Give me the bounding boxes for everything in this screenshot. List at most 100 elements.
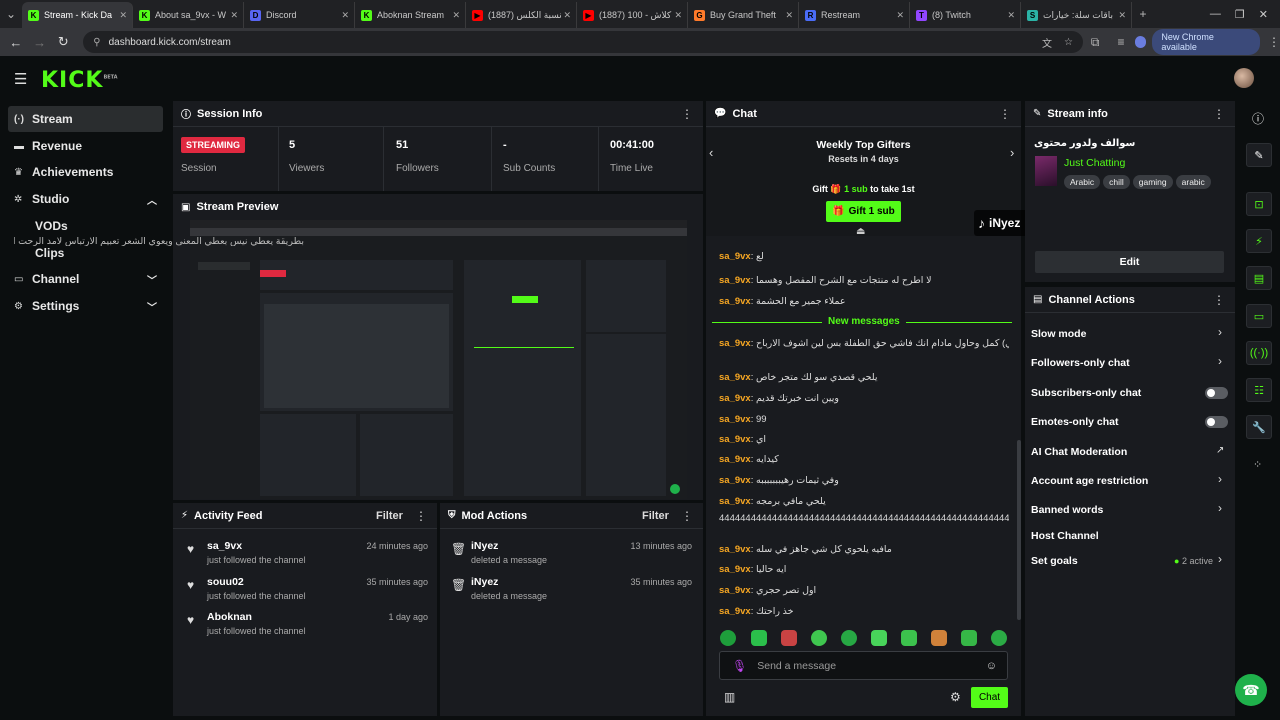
chat-scrollbar[interactable] (1017, 440, 1021, 620)
emote-icon[interactable] (961, 630, 977, 646)
stream-preview-video[interactable] (190, 220, 687, 499)
store-icon[interactable]: ▥ (724, 690, 735, 704)
emote-icon[interactable] (931, 630, 947, 646)
browser-tab[interactable]: K About sa_9vx - W ✕ (133, 2, 244, 28)
chat-username[interactable]: sa_9vx (719, 434, 751, 445)
new-tab-button[interactable]: + (1132, 7, 1154, 21)
emote-icon[interactable] (991, 630, 1007, 646)
chat-username[interactable]: sa_9vx (719, 393, 751, 404)
close-tab-icon[interactable]: ✕ (119, 10, 127, 21)
chat-message[interactable]: sa_9vx: طيب انت عمرك 19 (زبي) كمل وحاول … (719, 338, 1009, 349)
chat-username[interactable]: sa_9vx (719, 338, 751, 349)
more-options-icon[interactable]: ⋮ (681, 107, 693, 121)
chat-message[interactable]: sa_9vx: اي (719, 434, 1009, 445)
chat-username[interactable]: sa_9vx (719, 372, 751, 383)
edit-rail-icon[interactable]: ✎ (1246, 143, 1272, 167)
send-chat-button[interactable]: Chat (971, 687, 1008, 708)
chat-message[interactable]: sa_9vx: لا اطرح له منتجات مع الشرح المفص… (719, 275, 1009, 286)
tag[interactable]: chill (1103, 175, 1130, 189)
close-tab-icon[interactable]: ✕ (341, 10, 349, 21)
help-support-icon[interactable]: ☎ (1235, 674, 1267, 706)
back-icon[interactable]: ← (4, 35, 28, 50)
chevron-right-icon[interactable]: › (1218, 501, 1222, 515)
chat-message[interactable]: sa_9vx: ايه حاليا (719, 564, 1009, 575)
emote-icon[interactable] (841, 630, 857, 646)
chat-username[interactable]: sa_9vx (719, 606, 751, 617)
maximize-icon[interactable]: ❐ (1235, 8, 1245, 21)
forward-icon[interactable]: → (28, 35, 52, 50)
tag[interactable]: gaming (1132, 175, 1173, 189)
new-chrome-button[interactable]: New Chrome available (1152, 29, 1260, 55)
emoji-icon[interactable]: ☺ (986, 660, 997, 672)
chat-message[interactable]: sa_9vx: 99 (719, 414, 1009, 425)
chat-username[interactable]: sa_9vx (719, 454, 751, 465)
external-link-icon[interactable]: ↗ (1216, 445, 1224, 456)
close-tab-icon[interactable]: ✕ (1007, 10, 1015, 21)
sidebar-item-channel[interactable]: ▭ Channel ﹀ (8, 266, 163, 292)
browser-tab[interactable]: ▶ (1887) كلاش - 100 ✕ (577, 2, 688, 28)
browser-tab[interactable]: S باقات سلة: خيارات ✕ (1021, 2, 1132, 28)
chat-message[interactable]: sa_9vx: اول تصر حجري (719, 585, 1009, 596)
chat-username[interactable]: sa_9vx (719, 496, 751, 507)
chat-username[interactable]: sa_9vx (719, 296, 751, 307)
chat-username[interactable]: sa_9vx (719, 475, 751, 486)
minimize-icon[interactable]: — (1210, 8, 1221, 21)
capture-rail-icon[interactable]: ⊡ (1246, 192, 1272, 216)
chat-message[interactable]: sa_9vx: وفي ثيمات رهيبببببببه (719, 475, 1009, 486)
kick-logo[interactable]: KICKBETA (41, 68, 118, 93)
sidebar-item-studio[interactable]: ✲ Studio ︿ (8, 186, 163, 212)
account-age-action[interactable]: Account age restriction (1031, 475, 1148, 487)
slow-mode-action[interactable]: Slow mode (1031, 328, 1086, 340)
chat-message[interactable]: sa_9vx: خذ راحتك (719, 606, 1009, 617)
sidebar-subitem-clips[interactable]: Clips (35, 246, 64, 260)
close-tab-icon[interactable]: ✕ (230, 10, 238, 21)
host-channel-action[interactable]: Host Channel (1031, 530, 1099, 542)
browser-tab[interactable]: R Restream ✕ (799, 2, 910, 28)
ai-moderation-action[interactable]: AI Chat Moderation (1031, 446, 1127, 458)
emote-icon[interactable] (811, 630, 827, 646)
layout-rail-icon[interactable]: ☷ (1246, 378, 1272, 402)
username[interactable]: souu02 (207, 576, 244, 588)
username[interactable]: iNyez (471, 540, 498, 552)
emote-icon[interactable] (781, 630, 797, 646)
sidebar-subitem-vods[interactable]: VODs (35, 219, 68, 233)
username[interactable]: iNyez (471, 576, 498, 588)
sidebar-item-stream[interactable]: (·) Stream (8, 106, 163, 132)
chat-message[interactable]: 4444444444444444444444444444444444444444… (719, 513, 1009, 524)
chat-message[interactable]: sa_9vx: عملاء جمير مع الحشمة (719, 296, 1009, 307)
more-options-icon[interactable]: ⋮ (1213, 107, 1225, 121)
banned-words-action[interactable]: Banned words (1031, 504, 1103, 516)
site-info-icon[interactable]: ⚲ (93, 37, 100, 48)
browser-tab[interactable]: ▶ (1887) نسبة الكلس ✕ (466, 2, 577, 28)
emotes-only-toggle[interactable] (1205, 416, 1228, 428)
browser-tab[interactable]: D Discord ✕ (244, 2, 355, 28)
chat-message[interactable]: sa_9vx: يلحي قصدي سو لك متجر خاص (719, 372, 1009, 383)
browser-tab[interactable]: T (8) Twitch ✕ (910, 2, 1021, 28)
chat-username[interactable]: sa_9vx (719, 564, 751, 575)
browser-tab[interactable]: G Buy Grand Theft ✕ (688, 2, 799, 28)
chat-message[interactable]: sa_9vx: يلحي مافي برمجه (719, 496, 1009, 507)
username[interactable]: Aboknan (207, 611, 252, 623)
browser-tab[interactable]: K Stream - Kick Da ✕ (22, 2, 133, 28)
username[interactable]: sa_9vx (207, 540, 242, 552)
more-options-icon[interactable]: ⋮ (415, 509, 427, 523)
chat-message[interactable]: sa_9vx: مافيه يلحوي كل شي جاهز في سله (719, 544, 1009, 555)
lightning-rail-icon[interactable]: ⚡ (1246, 229, 1272, 253)
tag[interactable]: Arabic (1064, 175, 1101, 189)
chevron-right-icon[interactable]: › (1218, 354, 1222, 368)
close-tab-icon[interactable]: ✕ (896, 10, 904, 21)
chat-input[interactable]: 🎙 Send a message ☺ (719, 651, 1008, 680)
info-rail-icon[interactable]: ⓘ (1252, 110, 1264, 127)
notes-rail-icon[interactable]: ▤ (1246, 266, 1272, 290)
close-tab-icon[interactable]: ✕ (785, 10, 793, 21)
chat-settings-icon[interactable]: ⚙ (950, 690, 961, 704)
url-field[interactable]: ⚲ dashboard.kick.com/stream 文 ☆ (83, 31, 1083, 53)
sidebar-item-revenue[interactable]: ▬ Revenue (8, 133, 163, 159)
chevron-right-icon[interactable]: › (1218, 325, 1222, 339)
more-options-icon[interactable]: ⋮ (1213, 293, 1225, 307)
close-window-icon[interactable]: ✕ (1259, 8, 1268, 21)
user-avatar[interactable] (1234, 68, 1254, 88)
chrome-menu-icon[interactable]: ⋮ (1268, 35, 1280, 49)
chat-username[interactable]: sa_9vx (719, 251, 751, 262)
browser-tab[interactable]: K Aboknan Stream ✕ (355, 2, 466, 28)
